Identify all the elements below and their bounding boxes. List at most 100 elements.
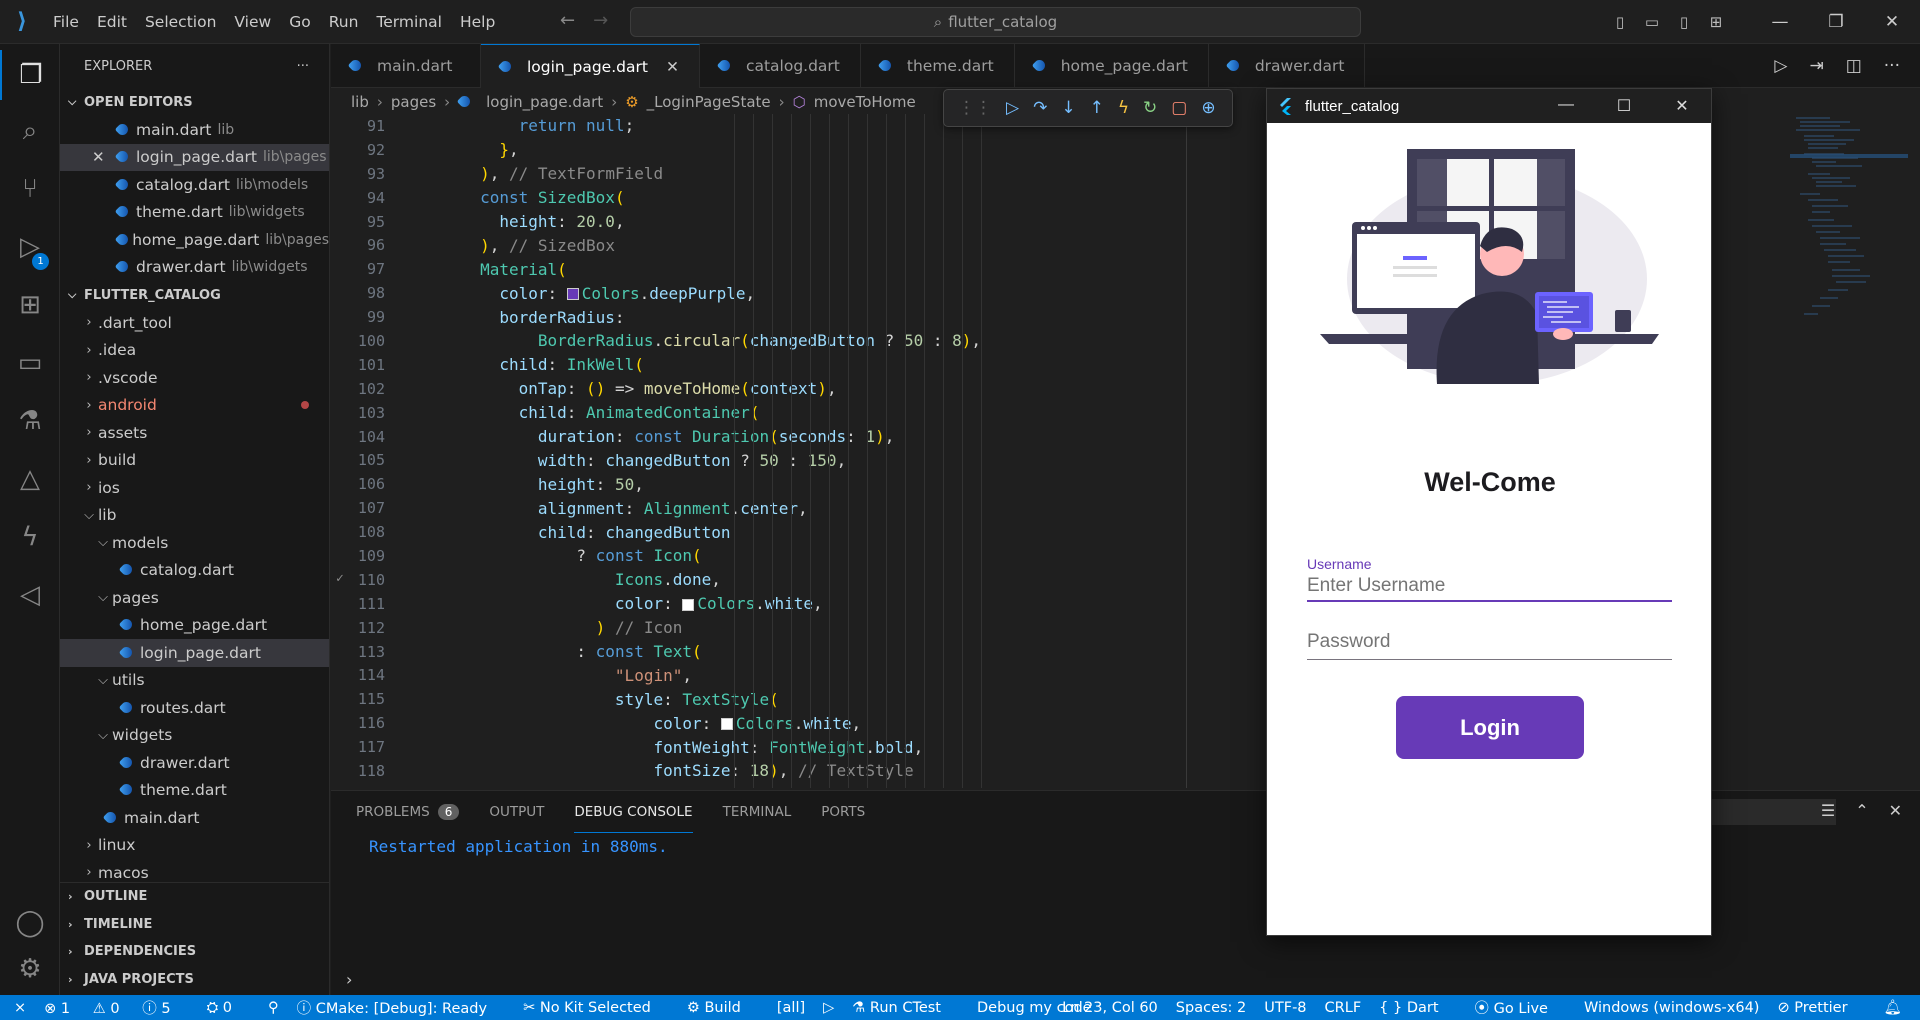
device-platform[interactable]: Windows (windows-x64) [1584, 1000, 1759, 1016]
ctest-status[interactable]: ⚗ Run CTest [852, 1000, 959, 1016]
tree-file[interactable]: drawer.dart [60, 749, 329, 777]
close-icon[interactable]: ✕ [92, 148, 105, 166]
open-editor-item[interactable]: theme.dart lib\widgets [60, 199, 329, 227]
remote-explorer-icon[interactable]: ▭ [0, 338, 60, 388]
forward-arrow-icon[interactable]: → [593, 10, 608, 31]
build-target[interactable]: [all] [777, 1000, 805, 1016]
tree-file[interactable]: routes.dart [60, 694, 329, 722]
launch-icon[interactable]: ▷ [823, 1000, 834, 1016]
more-icon[interactable]: ··· [1884, 56, 1900, 76]
breadcrumb-item[interactable]: login_page.dart [486, 93, 603, 111]
build-status[interactable]: ⚙ Build [687, 1000, 759, 1016]
indentation[interactable]: Spaces: 2 [1176, 1000, 1246, 1016]
maximize-panel-icon[interactable]: ⌃ [1855, 801, 1868, 820]
tree-file[interactable]: home_page.dart [60, 612, 329, 640]
remote-icon[interactable]: ⨯ [14, 1000, 26, 1016]
drag-handle-icon[interactable]: ⋮⋮ [958, 98, 992, 118]
tree-file[interactable]: catalog.dart [60, 557, 329, 585]
menu-edit[interactable]: Edit [88, 13, 136, 31]
tree-folder[interactable]: › build [60, 447, 329, 475]
console-prompt-icon[interactable]: › [346, 970, 352, 989]
thunder-client-icon[interactable]: ϟ [0, 512, 60, 562]
app-maximize-icon[interactable]: ☐ [1595, 96, 1653, 116]
testing-icon[interactable]: ⚗ [0, 396, 60, 446]
toggle-sidebar-icon[interactable]: ▯ [1604, 13, 1636, 31]
cmake-status[interactable]: ⓘ CMake: [Debug]: Ready [297, 997, 505, 1018]
menu-go[interactable]: Go [280, 13, 320, 31]
prettier-status[interactable]: ⊘ Prettier [1777, 1000, 1865, 1016]
breadcrumb-item[interactable]: moveToHome [814, 93, 916, 111]
cursor-position[interactable]: Ln 23, Col 60 [1062, 1000, 1158, 1016]
open-editor-item[interactable]: home_page.dart lib\pages [60, 226, 329, 254]
console-filter-input[interactable] [1701, 799, 1836, 825]
accounts-icon[interactable]: ◯ [0, 898, 60, 948]
tab-ports[interactable]: PORTS [821, 791, 865, 833]
tree-folder[interactable]: ⌵ pages [60, 584, 329, 612]
tree-folder[interactable]: ⌵ lib [60, 502, 329, 530]
search-activity-icon[interactable]: ⌕ [0, 106, 60, 156]
tab-drawer-dart[interactable]: drawer.dart [1209, 44, 1366, 88]
step-out-icon[interactable]: ↑ [1090, 98, 1104, 118]
command-center-search[interactable]: ⌕ flutter_catalog [630, 7, 1361, 37]
password-input[interactable] [1307, 624, 1672, 660]
notifications-bell-icon[interactable]: 🔔︎ [1884, 999, 1902, 1016]
tab-catalog-dart[interactable]: catalog.dart [700, 44, 861, 88]
back-arrow-icon[interactable]: ← [560, 10, 575, 31]
open-editor-item[interactable]: drawer.dart lib\widgets [60, 254, 329, 282]
toggle-panel-icon[interactable]: ▭ [1636, 13, 1668, 31]
toggle-secondary-sidebar-icon[interactable]: ▯ [1668, 13, 1700, 31]
explorer-icon[interactable]: ❐ [0, 50, 60, 100]
continue-icon[interactable]: ▷ [1006, 98, 1019, 118]
close-tab-icon[interactable]: ✕ [666, 58, 679, 76]
extensions-icon[interactable]: ⊞ [0, 280, 60, 330]
java-projects-section[interactable]: › JAVA PROJECTS [60, 966, 330, 994]
tree-folder[interactable]: › assets [60, 419, 329, 447]
tree-file[interactable]: login_page.dart [60, 639, 329, 667]
encoding[interactable]: UTF-8 [1264, 1000, 1306, 1016]
tab-terminal[interactable]: TERMINAL [723, 791, 792, 833]
open-editor-item[interactable]: main.dart lib [60, 116, 329, 144]
tree-folder[interactable]: › android [60, 392, 329, 420]
line-ending[interactable]: CRLF [1325, 1000, 1362, 1016]
tab-problems[interactable]: PROBLEMS 6 [356, 791, 460, 833]
tree-file[interactable]: theme.dart [60, 777, 329, 805]
tab-output[interactable]: OUTPUT [489, 791, 544, 833]
dependencies-section[interactable]: › DEPENDENCIES [60, 938, 330, 966]
close-panel-icon[interactable]: ✕ [1889, 801, 1902, 820]
run-icon[interactable]: ▷ [1774, 56, 1787, 76]
tab-theme-dart[interactable]: theme.dart [861, 44, 1015, 88]
menu-help[interactable]: Help [451, 13, 504, 31]
menu-run[interactable]: Run [320, 13, 368, 31]
tree-file[interactable]: main.dart [60, 804, 329, 832]
settings-gear-icon[interactable]: ⚙ [0, 944, 60, 994]
outline-section[interactable]: › OUTLINE [60, 883, 330, 911]
more-actions-icon[interactable]: ··· [297, 59, 309, 74]
app-close-icon[interactable]: ✕ [1653, 96, 1711, 116]
ports-status[interactable]: ⛭ 0 [207, 1000, 250, 1016]
tab-home-page-dart[interactable]: home_page.dart [1015, 44, 1209, 88]
tree-folder[interactable]: › linux [60, 832, 329, 860]
clear-console-icon[interactable]: ☰ [1821, 801, 1835, 820]
debug-status-icon[interactable]: ⚲ [268, 1000, 279, 1016]
step-into-icon[interactable]: ↓ [1061, 98, 1075, 118]
tree-folder[interactable]: ⌵ models [60, 529, 329, 557]
minimize-icon[interactable]: — [1752, 12, 1808, 32]
menu-view[interactable]: View [225, 13, 280, 31]
cmake-icon[interactable]: △ [0, 454, 60, 504]
username-input[interactable] [1307, 572, 1672, 602]
tab-debug-console[interactable]: DEBUG CONSOLE [574, 791, 693, 833]
timeline-section[interactable]: › TIMELINE [60, 911, 330, 939]
tree-folder[interactable]: › .dart_tool [60, 309, 329, 337]
run-debug-icon[interactable]: ▷ 1 [0, 222, 60, 272]
open-editor-item[interactable]: ✕ login_page.dart lib\pages [60, 143, 329, 171]
tab-login-page-dart[interactable]: login_page.dart ✕ [481, 44, 700, 88]
minimap[interactable] [1790, 114, 1910, 394]
tree-folder[interactable]: ⌵ utils [60, 667, 329, 695]
tree-folder[interactable]: › ios [60, 474, 329, 502]
close-window-icon[interactable]: ✕ [1864, 12, 1920, 32]
tab-main-dart[interactable]: main.dart [331, 44, 481, 88]
breadcrumb-item[interactable]: _LoginPageState [647, 93, 771, 111]
go-live[interactable]: ⦿ Go Live [1475, 997, 1566, 1018]
restore-icon[interactable]: ❐ [1808, 12, 1864, 32]
breadcrumb-item[interactable]: pages [391, 93, 436, 111]
